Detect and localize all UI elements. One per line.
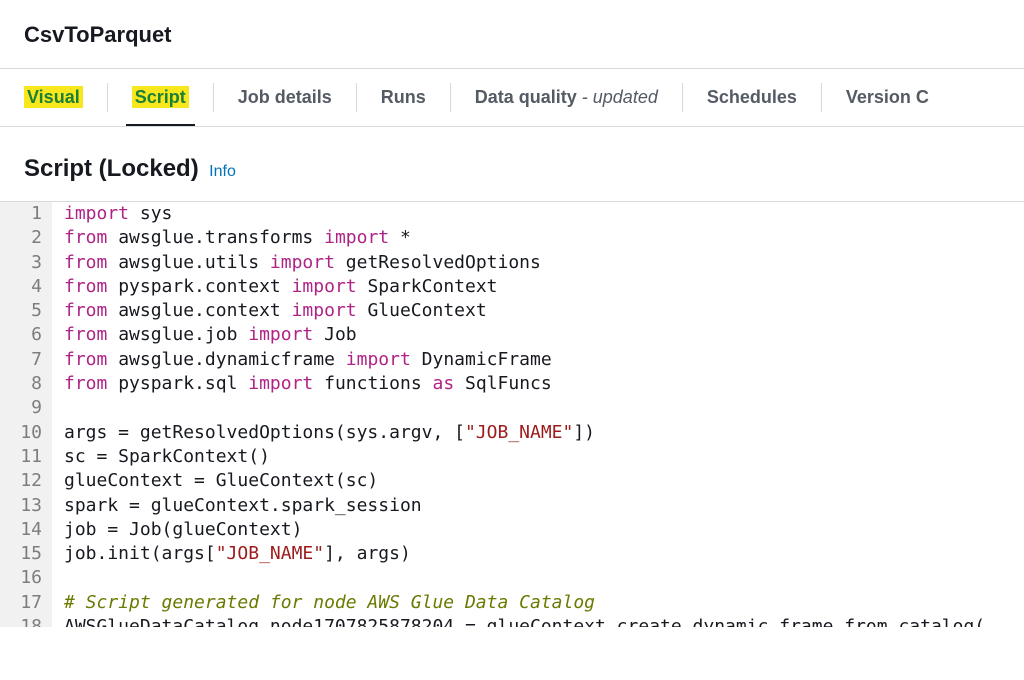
code-line: 10args = getResolvedOptions(sys.argv, ["… <box>0 421 1024 445</box>
tab-separator <box>356 83 357 112</box>
tab-job-details[interactable]: Job details <box>238 69 332 126</box>
tab-separator <box>821 83 822 112</box>
code-text: job.init(args["JOB_NAME"], args) <box>52 542 411 566</box>
code-line: 14job = Job(glueContext) <box>0 518 1024 542</box>
tab-separator <box>450 83 451 112</box>
code-text: from awsglue.utils import getResolvedOpt… <box>52 251 541 275</box>
code-editor[interactable]: 1import sys2from awsglue.transforms impo… <box>0 201 1024 627</box>
line-number: 3 <box>0 251 52 275</box>
code-text: from awsglue.dynamicframe import Dynamic… <box>52 348 552 372</box>
tab-schedules[interactable]: Schedules <box>707 69 797 126</box>
script-section-header: Script (Locked) Info <box>0 127 1024 201</box>
line-number: 9 <box>0 396 52 420</box>
job-title: CsvToParquet <box>24 22 1000 48</box>
line-number: 13 <box>0 494 52 518</box>
tab-data-quality[interactable]: Data quality - updated <box>475 69 658 126</box>
tab-separator <box>682 83 683 112</box>
tab-separator <box>213 83 214 112</box>
code-line: 6from awsglue.job import Job <box>0 323 1024 347</box>
code-text: args = getResolvedOptions(sys.argv, ["JO… <box>52 421 595 445</box>
line-number: 15 <box>0 542 52 566</box>
code-text: from pyspark.context import SparkContext <box>52 275 498 299</box>
info-link[interactable]: Info <box>209 163 236 180</box>
code-text: from awsglue.transforms import * <box>52 226 411 250</box>
code-line: 1import sys <box>0 202 1024 226</box>
line-number: 16 <box>0 566 52 590</box>
code-line: 11sc = SparkContext() <box>0 445 1024 469</box>
code-text <box>52 396 64 420</box>
code-line: 4from pyspark.context import SparkContex… <box>0 275 1024 299</box>
code-line: 13spark = glueContext.spark_session <box>0 494 1024 518</box>
code-text: sc = SparkContext() <box>52 445 270 469</box>
tab-bar: Visual Script Job details Runs Data quality … <box>0 69 1024 127</box>
code-line: 16 <box>0 566 1024 590</box>
tab-script[interactable]: Script <box>132 69 189 126</box>
line-number: 17 <box>0 591 52 615</box>
line-number: 14 <box>0 518 52 542</box>
code-text: from awsglue.context import GlueContext <box>52 299 487 323</box>
line-number: 2 <box>0 226 52 250</box>
line-number: 11 <box>0 445 52 469</box>
line-number: 10 <box>0 421 52 445</box>
tab-version-c[interactable]: Version C <box>846 69 929 126</box>
code-text: from awsglue.job import Job <box>52 323 357 347</box>
line-number: 5 <box>0 299 52 323</box>
line-number: 4 <box>0 275 52 299</box>
code-line: 8from pyspark.sql import functions as Sq… <box>0 372 1024 396</box>
code-text: glueContext = GlueContext(sc) <box>52 469 378 493</box>
code-text: import sys <box>52 202 172 226</box>
section-title: Script (Locked) <box>24 155 199 182</box>
code-line: 17# Script generated for node AWS Glue D… <box>0 591 1024 615</box>
code-text <box>52 566 64 590</box>
code-text: spark = glueContext.spark_session <box>52 494 422 518</box>
code-line: 15job.init(args["JOB_NAME"], args) <box>0 542 1024 566</box>
line-number: 8 <box>0 372 52 396</box>
code-line: 7from awsglue.dynamicframe import Dynami… <box>0 348 1024 372</box>
code-text: job = Job(glueContext) <box>52 518 302 542</box>
code-line: 2from awsglue.transforms import * <box>0 226 1024 250</box>
tab-runs[interactable]: Runs <box>381 69 426 126</box>
code-text: from pyspark.sql import functions as Sql… <box>52 372 552 396</box>
code-line: 3from awsglue.utils import getResolvedOp… <box>0 251 1024 275</box>
code-line: 12glueContext = GlueContext(sc) <box>0 469 1024 493</box>
tab-visual[interactable]: Visual <box>24 69 83 126</box>
line-number: 7 <box>0 348 52 372</box>
line-number: 18 <box>0 615 52 627</box>
line-number: 1 <box>0 202 52 226</box>
line-number: 6 <box>0 323 52 347</box>
title-bar: CsvToParquet <box>0 0 1024 69</box>
code-text: # Script generated for node AWS Glue Dat… <box>52 591 595 615</box>
code-line: 18AWSGlueDataCatalog_node1707825878204 =… <box>0 615 1024 627</box>
code-line: 9 <box>0 396 1024 420</box>
line-number: 12 <box>0 469 52 493</box>
code-line: 5from awsglue.context import GlueContext <box>0 299 1024 323</box>
code-text: AWSGlueDataCatalog_node1707825878204 = g… <box>52 615 985 627</box>
tab-separator <box>107 83 108 112</box>
